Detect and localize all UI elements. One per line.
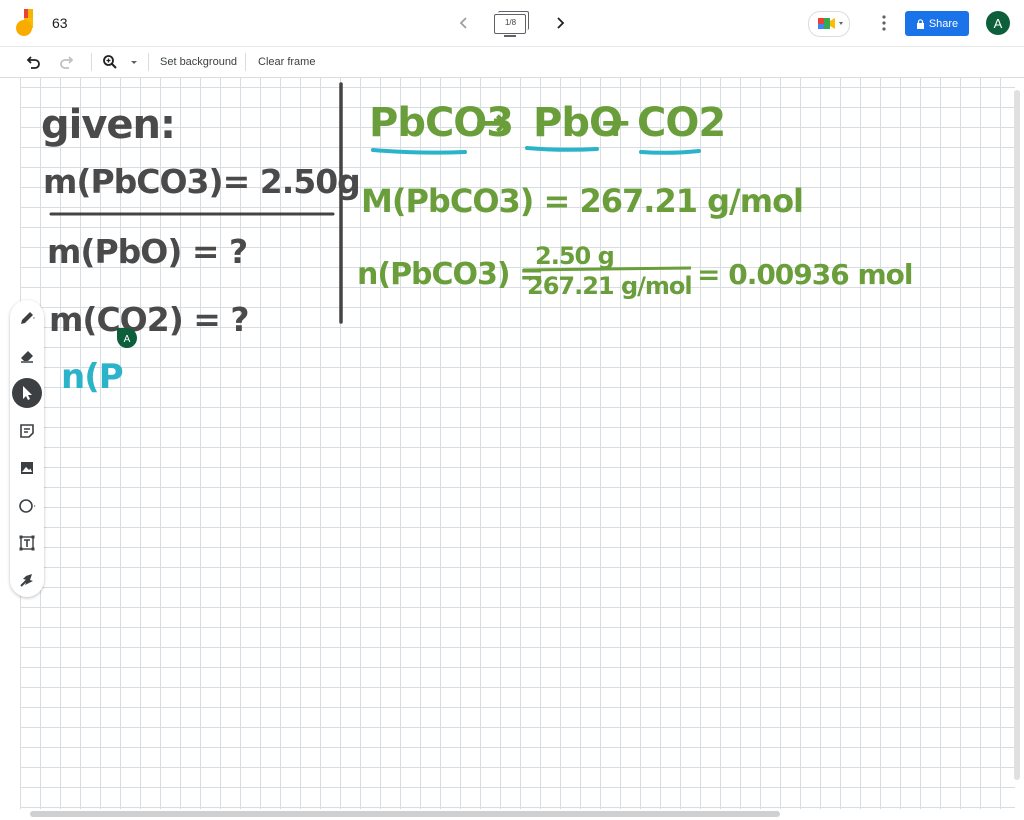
moles-result: = 0.00936 mol (697, 258, 913, 291)
co2-underline (639, 149, 701, 155)
given-mass: m(PbCO3)= 2.50g (43, 162, 360, 201)
account-avatar[interactable]: A (986, 11, 1010, 35)
vertical-scrollbar[interactable] (1014, 90, 1020, 780)
find-pbo-mass: m(PbO) = ? (47, 232, 247, 271)
collaborator-initial: A (124, 334, 131, 345)
sticky-note-icon (20, 424, 34, 438)
molar-mass-line: M(PbCO3) = 267.21 g/mol (361, 182, 803, 220)
moles-numerator: 2.50 g (535, 242, 614, 270)
circle-icon (19, 499, 36, 513)
reaction-arrow: → (475, 100, 508, 146)
lock-icon (916, 18, 924, 29)
fraction-bar (522, 266, 692, 272)
jam-canvas[interactable]: given: m(PbCO3)= 2.50g m(PbO) = ? m(CO2)… (20, 78, 1015, 809)
moles-denominator: 267.21 g/mol (527, 272, 692, 300)
meet-icon (818, 18, 843, 29)
toolbar-divider (148, 53, 149, 71)
pen-icon (21, 312, 35, 324)
find-co2-mass: m(CO2) = ? (49, 300, 249, 339)
previous-frame-button[interactable] (454, 13, 474, 33)
tool-palette (10, 300, 44, 597)
undo-icon[interactable] (25, 54, 41, 70)
set-background-button[interactable]: Set background (160, 56, 237, 68)
circle-tool[interactable] (12, 491, 42, 521)
collaborator-cursor: A (117, 328, 137, 348)
pen-tool[interactable] (12, 303, 42, 333)
pbo-underline (525, 146, 599, 152)
plus-sign: + (599, 100, 632, 146)
product-co2: CO2 (637, 100, 725, 146)
frame-counter-button[interactable]: 1/8 (494, 11, 530, 37)
laser-tool[interactable] (12, 565, 42, 595)
text-box-tool[interactable] (12, 528, 42, 558)
frame-counter-text: 1/8 (504, 18, 517, 27)
image-icon (21, 462, 33, 474)
eraser-tool[interactable] (12, 340, 42, 370)
share-button[interactable]: Share (905, 11, 969, 36)
eraser-icon (21, 351, 33, 363)
zoom-icon[interactable] (102, 54, 118, 70)
document-title[interactable]: 63 (52, 15, 68, 31)
meet-button[interactable] (808, 11, 850, 37)
next-frame-button[interactable] (550, 13, 570, 33)
clear-frame-button[interactable]: Clear frame (258, 56, 315, 68)
chevron-down-icon[interactable] (126, 54, 142, 70)
laser-icon (20, 574, 33, 587)
more-options-icon[interactable] (874, 13, 894, 33)
share-label: Share (928, 17, 959, 30)
horizontal-scrollbar[interactable] (30, 811, 780, 817)
redo-icon[interactable] (59, 54, 75, 70)
partial-moles-text: n(P (61, 357, 123, 397)
image-tool[interactable] (12, 453, 42, 483)
given-label: given: (41, 102, 175, 148)
text-box-icon (19, 535, 35, 551)
select-cursor-icon (23, 386, 32, 400)
top-bar: 63 1/8 Share A (0, 0, 1024, 46)
handwriting-layer: given: m(PbCO3)= 2.50g m(PbO) = ? m(CO2)… (41, 82, 914, 397)
toolbar-divider (245, 53, 246, 71)
jamboard-logo-icon[interactable] (15, 9, 37, 37)
sticky-note-tool[interactable] (12, 416, 42, 446)
select-tool[interactable] (12, 378, 42, 408)
frame-toolbar: Set background Clear frame (0, 46, 1024, 78)
moles-lhs: n(PbCO3) = (357, 257, 543, 292)
reactant-underline (371, 148, 467, 155)
toolbar-divider (91, 53, 92, 71)
